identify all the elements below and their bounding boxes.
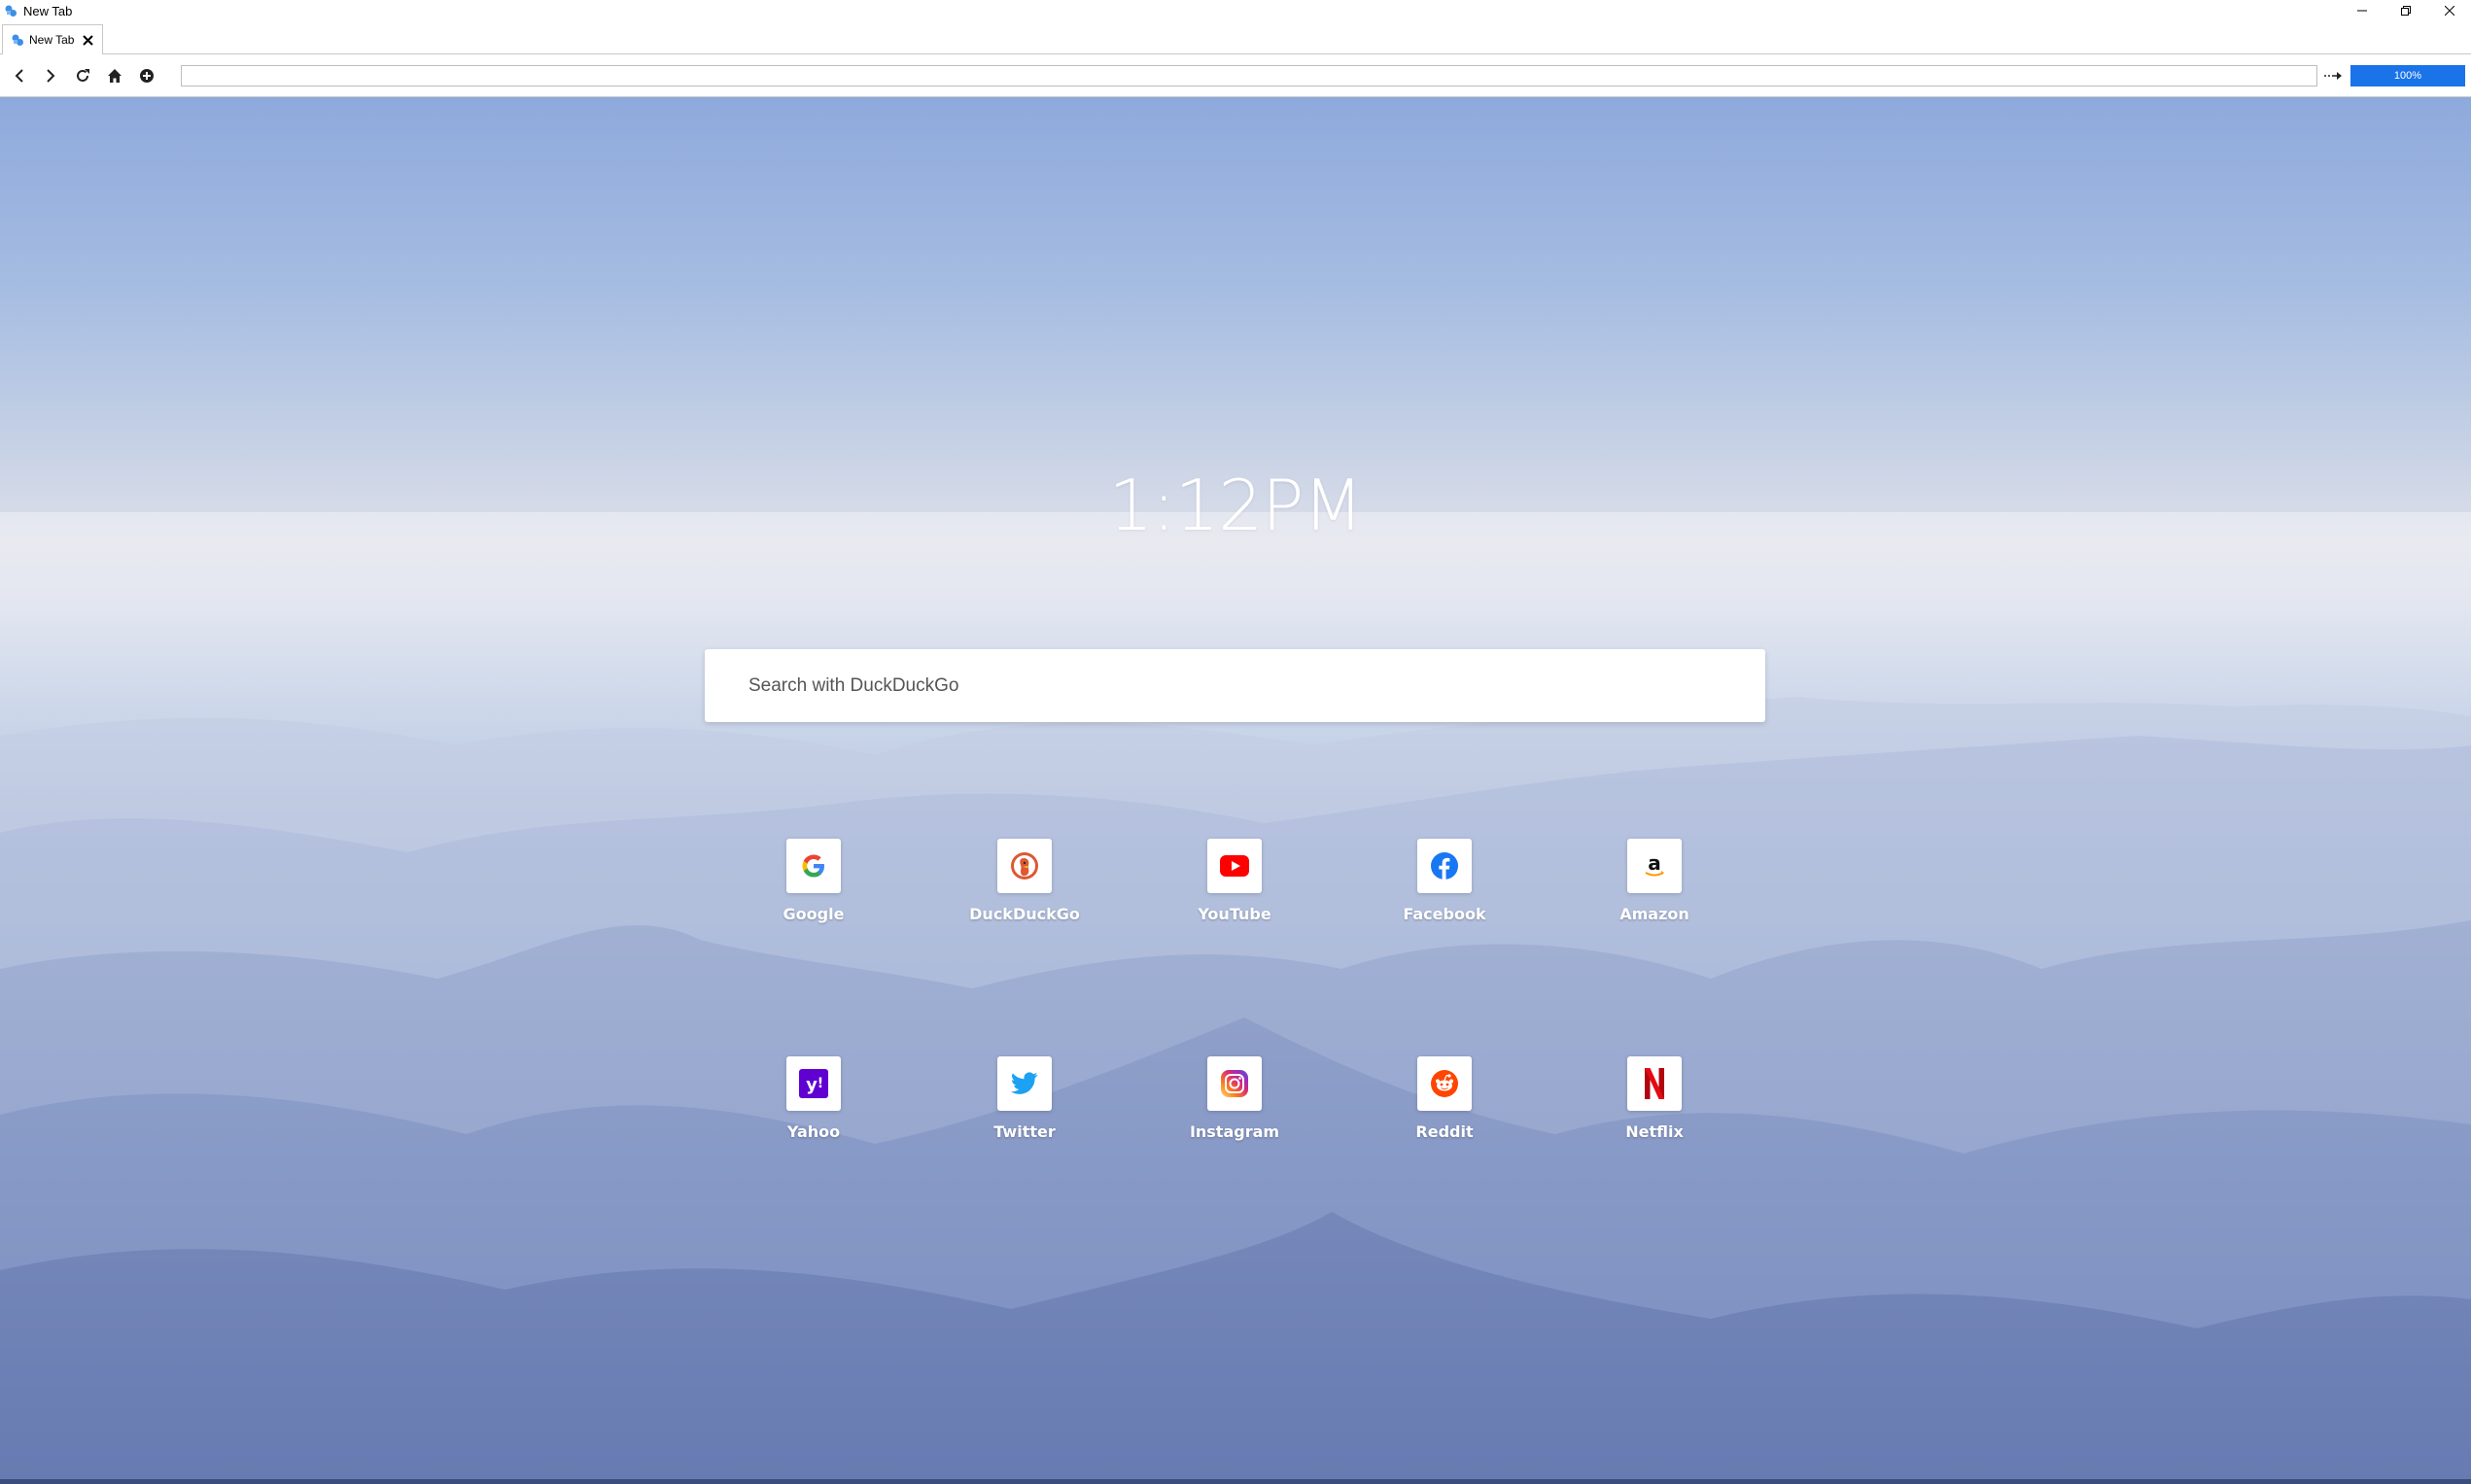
window-title: New Tab: [23, 3, 73, 18]
instagram-icon: [1221, 1070, 1248, 1097]
forward-arrow-icon: [47, 69, 55, 83]
status-bar: [0, 1479, 2471, 1484]
shortcut-reddit[interactable]: Reddit: [1376, 1056, 1513, 1154]
shortcut-label: Reddit: [1415, 1122, 1474, 1141]
shortcut-google[interactable]: Google: [746, 839, 882, 936]
shortcut-twitter[interactable]: Twitter: [957, 1056, 1093, 1154]
new-tab-button[interactable]: [135, 64, 158, 87]
shortcut-label: Facebook: [1403, 905, 1486, 923]
shortcut-label: Yahoo: [786, 1122, 841, 1141]
title-bar: New Tab: [0, 0, 2471, 21]
minimize-icon: [2356, 10, 2367, 12]
shortcut-label: Amazon: [1619, 905, 1689, 923]
close-icon: [82, 34, 93, 46]
tab-strip: New Tab: [0, 21, 2471, 54]
netflix-icon: [1645, 1068, 1664, 1099]
youtube-icon: [1220, 855, 1249, 877]
shortcut-duckduckgo[interactable]: DuckDuckGo: [957, 839, 1093, 936]
close-tab-button[interactable]: [79, 31, 96, 49]
shortcut-label: Netflix: [1625, 1122, 1684, 1141]
restore-button[interactable]: [2384, 0, 2427, 21]
shortcut-label: Google: [783, 905, 845, 923]
window-controls: [2340, 0, 2471, 21]
close-window-button[interactable]: [2427, 0, 2471, 21]
zoom-indicator[interactable]: 100%: [2350, 65, 2465, 86]
new-tab-page: 1:12PM Google DuckDuckGo: [0, 97, 2471, 1484]
shortcut-instagram[interactable]: Instagram: [1166, 1056, 1303, 1154]
search-input[interactable]: [705, 649, 1765, 722]
plus-circle-icon: [140, 69, 154, 83]
amazon-icon: a: [1645, 851, 1664, 877]
back-button[interactable]: [8, 64, 31, 87]
go-button[interactable]: [2321, 64, 2345, 87]
shortcut-facebook[interactable]: Facebook: [1376, 839, 1513, 936]
shortcut-label: DuckDuckGo: [969, 905, 1080, 923]
clock: 1:12PM: [1108, 465, 1363, 546]
minimize-button[interactable]: [2340, 0, 2384, 21]
reddit-icon: [1431, 1070, 1458, 1097]
browser-logo-icon: [5, 5, 17, 17]
forward-button[interactable]: [39, 64, 62, 87]
browser-logo-icon: [12, 34, 23, 46]
shortcut-youtube[interactable]: YouTube: [1166, 839, 1303, 936]
tab-new-tab[interactable]: New Tab: [2, 24, 103, 54]
home-button[interactable]: [103, 64, 126, 87]
facebook-icon: [1431, 852, 1458, 880]
shortcut-amazon[interactable]: a Amazon: [1586, 839, 1723, 936]
shortcut-label: YouTube: [1198, 905, 1271, 923]
navigation-bar: 100%: [0, 54, 2471, 97]
shortcut-label: Twitter: [993, 1122, 1056, 1141]
restore-icon: [2400, 6, 2411, 16]
google-icon: [802, 854, 824, 878]
address-bar[interactable]: [181, 65, 2317, 86]
shortcut-label: Instagram: [1189, 1122, 1280, 1141]
tab-label: New Tab: [29, 33, 75, 47]
twitter-icon: [1011, 1072, 1038, 1094]
reload-button[interactable]: [71, 64, 94, 87]
go-arrow-icon: [2324, 72, 2342, 80]
svg-text:!: !: [818, 1076, 823, 1091]
shortcut-netflix[interactable]: Netflix: [1586, 1056, 1723, 1154]
reload-icon: [77, 69, 89, 82]
back-arrow-icon: [15, 69, 23, 83]
duckduckgo-icon: [1011, 852, 1038, 880]
svg-text:y: y: [806, 1075, 818, 1095]
svg-text:a: a: [1648, 851, 1661, 875]
shortcut-yahoo[interactable]: y ! Yahoo: [746, 1056, 882, 1154]
home-icon: [108, 69, 122, 83]
close-icon: [2444, 6, 2454, 16]
yahoo-icon: y !: [799, 1069, 828, 1098]
